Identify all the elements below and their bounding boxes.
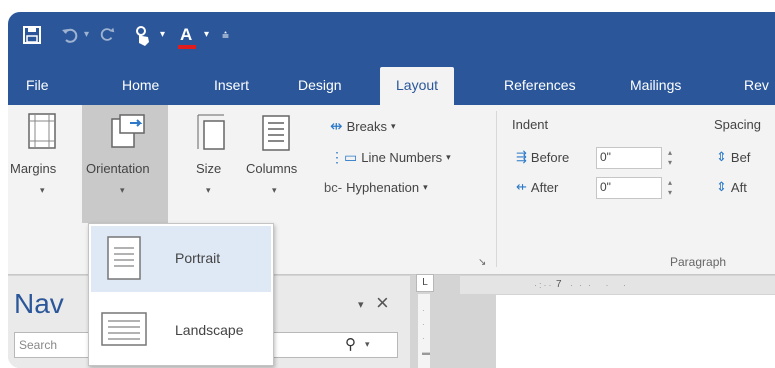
nav-search-placeholder: Search: [19, 338, 58, 352]
spacing-after-label: ⇕ Aft: [716, 179, 747, 195]
indent-after-icon: ⇷: [516, 179, 527, 194]
ruler-ticks: ·:··: [534, 280, 554, 290]
hyphenation-label: Hyphenation: [346, 180, 420, 195]
quick-access-toolbar: ▾ ▾ A ▾ ⩮: [8, 12, 775, 63]
columns-icon: [262, 115, 290, 151]
orientation-label: Orientation: [86, 161, 150, 176]
tab-file[interactable]: File: [26, 77, 49, 93]
chevron-down-icon: ▾: [40, 185, 45, 195]
horizontal-ruler: ·:·· 7 ··· · ·: [460, 276, 775, 294]
breaks-label: Breaks: [346, 118, 388, 134]
margins-icon: [28, 113, 56, 149]
indent-after-down-icon[interactable]: ▾: [668, 189, 672, 197]
tab-layout[interactable]: Layout: [380, 67, 455, 105]
menu-item-landscape[interactable]: Landscape: [91, 296, 271, 362]
tab-references[interactable]: References: [504, 77, 576, 93]
line-numbers-label: Line Numbers: [361, 150, 443, 165]
undo-icon[interactable]: [60, 25, 80, 51]
chevron-down-icon: ▾: [272, 185, 277, 195]
indent-before-up-icon[interactable]: ▴: [668, 149, 672, 157]
margins-label: Margins: [10, 161, 57, 176]
tab-selector-button[interactable]: L: [416, 274, 434, 292]
spacing-before-label: ⇕ Bef: [716, 149, 751, 165]
indent-after-input[interactable]: 0": [596, 177, 662, 199]
indent-title: Indent: [512, 117, 549, 132]
size-button[interactable]: Size ▾: [184, 105, 238, 223]
touch-mode-icon[interactable]: [133, 25, 153, 53]
landscape-label: Landscape: [175, 322, 244, 338]
ribbon-tabs: File Home Insert Design Layout Reference…: [8, 63, 775, 105]
group-divider: [496, 111, 497, 267]
chevron-down-icon: ▾: [120, 185, 125, 195]
spacing-before-icon: ⇕: [716, 149, 727, 164]
navigation-title: Nav: [14, 288, 64, 319]
orientation-menu: Portrait Landscape: [88, 223, 274, 366]
orientation-icon: [111, 114, 145, 148]
indent-before-down-icon[interactable]: ▾: [668, 159, 672, 167]
size-icon: [197, 114, 225, 150]
ruler-number: 7: [556, 279, 562, 290]
portrait-label: Portrait: [175, 250, 221, 266]
redo-icon[interactable]: [98, 25, 116, 49]
font-color-icon[interactable]: A: [178, 25, 196, 49]
indent-after-up-icon[interactable]: ▴: [668, 179, 672, 187]
portrait-icon: [107, 236, 141, 280]
search-dropdown-icon[interactable]: ▾: [365, 339, 370, 350]
customize-qat-icon[interactable]: ⩮: [222, 25, 229, 45]
spacing-after-icon: ⇕: [716, 179, 727, 194]
screenshot-frame: ▾ ▾ A ▾ ⩮ File Home Insert Design Layout…: [0, 0, 775, 368]
breaks-icon: ⇹: [330, 118, 343, 135]
chevron-down-icon: ▾: [206, 185, 211, 195]
chevron-down-icon: ▾: [446, 152, 451, 162]
tab-insert[interactable]: Insert: [214, 77, 249, 93]
save-icon[interactable]: [22, 25, 42, 51]
breaks-button[interactable]: ⇹ Breaks ▾: [330, 117, 396, 135]
line-numbers-button[interactable]: ⋮▭ Line Numbers ▾: [330, 149, 451, 166]
nav-options-icon[interactable]: ▾: [358, 298, 364, 311]
touch-mode-dropdown-icon[interactable]: ▾: [160, 25, 165, 45]
orientation-button[interactable]: Orientation ▾: [82, 105, 168, 223]
undo-dropdown-icon[interactable]: ▾: [84, 25, 89, 45]
paragraph-group-label: Paragraph: [670, 255, 727, 269]
spacing-title: Spacing: [714, 117, 761, 132]
ruler-ticks: ··· · ·: [570, 280, 632, 290]
indent-before-label: ⇶ Before: [516, 149, 570, 165]
landscape-icon: [101, 312, 147, 346]
vertical-ruler: · · · ▬: [418, 294, 430, 368]
chevron-down-icon: ▾: [391, 120, 396, 131]
columns-label: Columns: [246, 161, 298, 176]
tab-design[interactable]: Design: [298, 77, 342, 93]
margins-button[interactable]: Margins ▾: [8, 105, 82, 223]
tab-mailings[interactable]: Mailings: [630, 77, 681, 93]
menu-item-portrait[interactable]: Portrait: [91, 226, 271, 292]
hyphenation-icon: bc-: [324, 180, 343, 195]
tab-review[interactable]: Rev: [744, 77, 769, 93]
indent-after-label: ⇷ After: [516, 179, 559, 195]
columns-button[interactable]: Columns ▾: [240, 105, 312, 223]
document-page[interactable]: [496, 295, 775, 368]
line-numbers-icon: ⋮▭: [330, 149, 358, 165]
chevron-down-icon: ▾: [423, 182, 428, 192]
tab-home[interactable]: Home: [122, 77, 159, 93]
page-setup-launcher-icon[interactable]: ↘: [478, 257, 486, 268]
ruler-ticks: · · · ▬: [422, 306, 430, 357]
font-color-dropdown-icon[interactable]: ▾: [204, 25, 209, 45]
hyphenation-button[interactable]: bc- Hyphenation ▾: [324, 180, 428, 195]
indent-before-icon: ⇶: [516, 149, 527, 164]
search-icon[interactable]: ⚲: [345, 335, 356, 353]
word-window: ▾ ▾ A ▾ ⩮ File Home Insert Design Layout…: [8, 12, 775, 368]
size-label: Size: [196, 161, 222, 176]
indent-before-input[interactable]: 0": [596, 147, 662, 169]
close-icon[interactable]: ×: [376, 290, 389, 316]
